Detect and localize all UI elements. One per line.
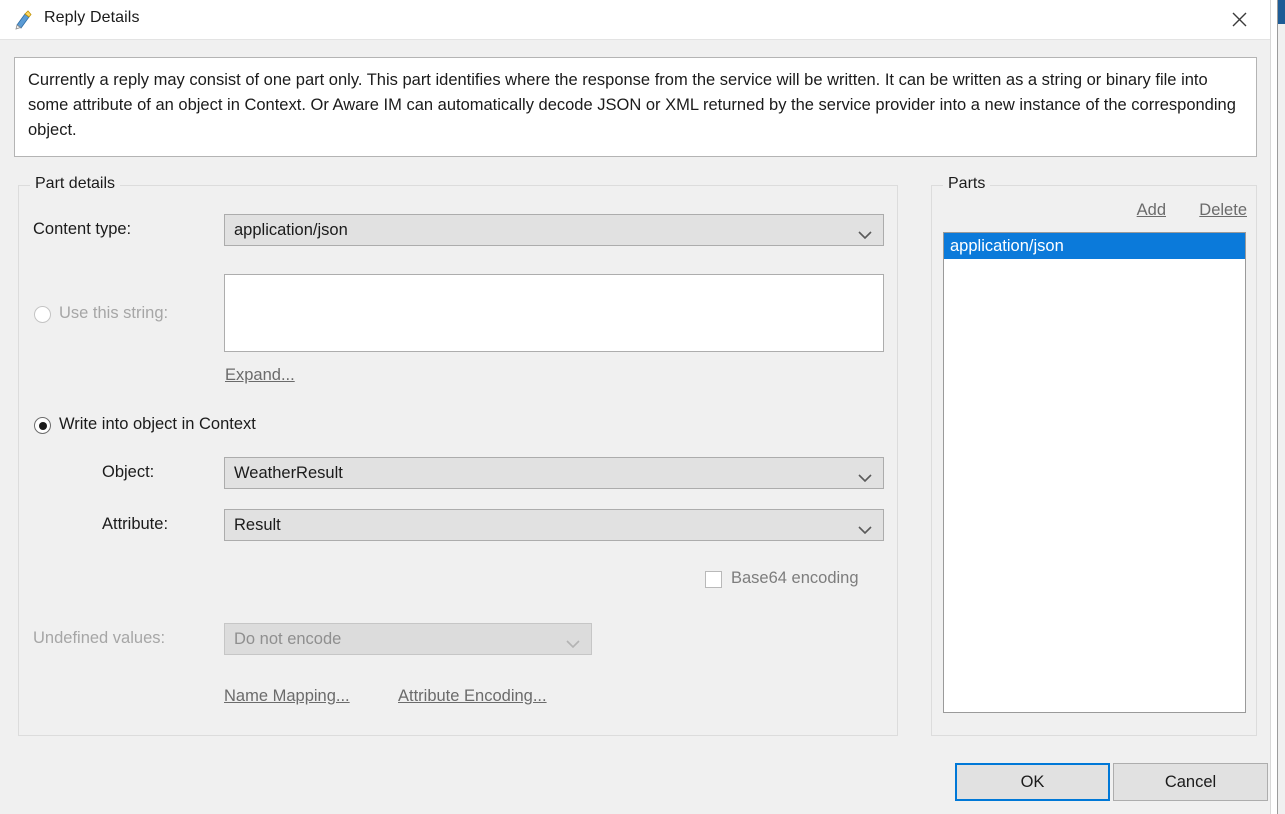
screen: Reply Details Currently a reply may cons… (0, 0, 1285, 814)
object-value: WeatherResult (234, 463, 343, 482)
parts-group-title: Parts (943, 175, 991, 193)
background-window-body (1278, 24, 1285, 814)
attribute-encoding-link[interactable]: Attribute Encoding... (398, 687, 547, 706)
content-type-label: Content type: (33, 220, 132, 238)
chevron-down-icon (858, 521, 872, 535)
content-type-combo[interactable]: application/json (224, 214, 884, 246)
undefined-values-combo: Do not encode (224, 623, 592, 655)
undefined-values-label: Undefined values: (33, 629, 166, 647)
dialog-titlebar: Reply Details (0, 0, 1270, 40)
name-mapping-link[interactable]: Name Mapping... (224, 687, 350, 706)
radio-dot (38, 421, 47, 430)
write-into-object-radio[interactable] (34, 417, 51, 434)
undefined-values-value: Do not encode (234, 629, 342, 648)
ok-button-label: OK (1020, 772, 1045, 791)
list-item[interactable]: application/json (944, 233, 1245, 259)
reply-details-dialog: Reply Details Currently a reply may cons… (0, 0, 1270, 814)
close-icon[interactable] (1216, 0, 1262, 38)
description-text: Currently a reply may consist of one par… (28, 71, 1241, 139)
delete-part-link[interactable]: Delete (1199, 201, 1247, 220)
add-part-link[interactable]: Add (1137, 201, 1166, 220)
expand-link[interactable]: Expand... (225, 366, 295, 385)
write-into-object-label: Write into object in Context (59, 415, 256, 433)
object-combo[interactable]: WeatherResult (224, 457, 884, 489)
parts-group: Parts Add Delete application/json (931, 175, 1257, 736)
cancel-button[interactable]: Cancel (1113, 763, 1268, 801)
attribute-label: Attribute: (102, 515, 169, 533)
background-window-titlebar (1278, 0, 1285, 24)
base64-encoding-label: Base64 encoding (731, 569, 859, 587)
ok-button[interactable]: OK (955, 763, 1110, 801)
use-this-string-radio[interactable] (34, 306, 51, 323)
object-label: Object: (102, 463, 155, 481)
string-textarea[interactable] (224, 274, 884, 352)
content-type-value: application/json (234, 220, 348, 239)
description-box: Currently a reply may consist of one par… (14, 57, 1257, 157)
chevron-down-icon (858, 226, 872, 240)
attribute-combo[interactable]: Result (224, 509, 884, 541)
use-this-string-label: Use this string: (59, 304, 169, 322)
cancel-button-label: Cancel (1164, 772, 1217, 791)
chevron-down-icon (858, 469, 872, 483)
part-details-group: Part details Content type: application/j… (18, 175, 898, 736)
chevron-down-icon (566, 635, 580, 649)
base64-encoding-checkbox[interactable] (705, 571, 722, 588)
attribute-value: Result (234, 515, 281, 534)
parts-list[interactable]: application/json (943, 232, 1246, 713)
part-details-group-title: Part details (30, 175, 121, 193)
background-window-strip (1270, 0, 1285, 814)
pen-document-icon (14, 10, 34, 30)
dialog-title: Reply Details (44, 9, 140, 26)
